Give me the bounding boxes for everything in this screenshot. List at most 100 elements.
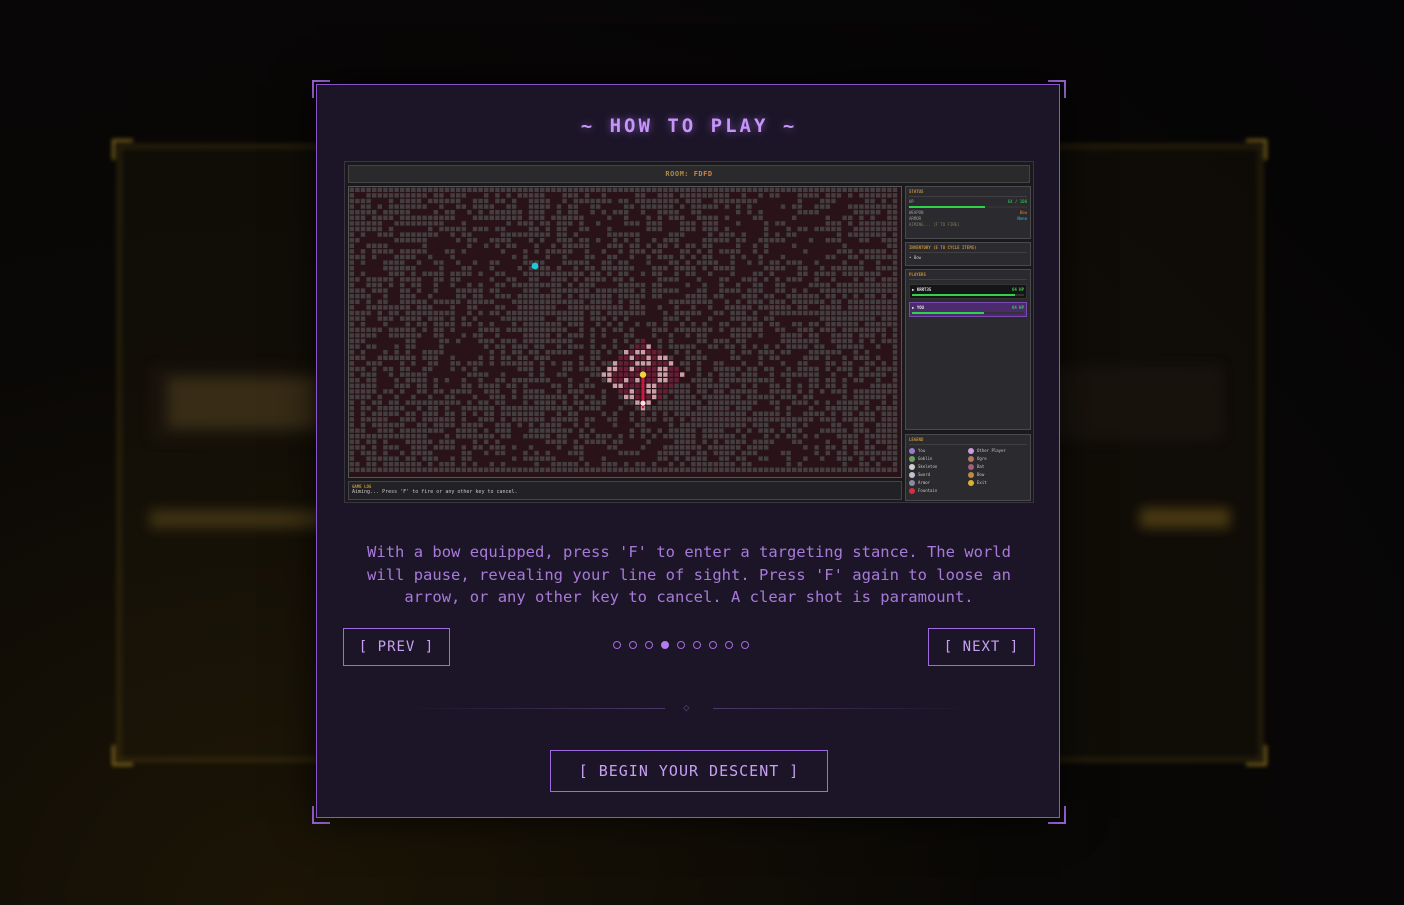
wall-tile [562,467,567,472]
wall-tile [724,344,730,349]
wall-tile [562,406,567,411]
wall-tile [775,238,780,243]
page-dot[interactable] [709,641,717,649]
wall-tile [657,266,662,271]
wall-tile [696,445,702,450]
wall-tile [495,198,500,204]
wall-tile [730,316,735,321]
lit-tile [624,378,629,383]
wall-tile [887,389,892,394]
wall-tile [590,344,595,349]
wall-tile [467,361,472,366]
wall-tile [551,406,556,411]
wall-tile [411,467,416,472]
wall-tile [836,428,842,433]
wall-tile [792,400,797,405]
wall-tile [814,333,819,338]
divider-line [713,708,973,709]
page-dot[interactable] [741,641,749,649]
wall-tile [360,422,366,428]
wall-tile [540,456,545,461]
page-dot[interactable] [613,641,621,649]
wall-tile [646,428,651,433]
wall-tile [618,394,623,400]
wall-tile [848,366,853,372]
wall-tile [388,193,394,198]
wall-tile [685,389,690,394]
page-dot[interactable] [693,641,701,649]
next-button[interactable]: [ NEXT ] [928,628,1035,666]
wall-tile [495,428,500,433]
page-dot[interactable] [725,641,733,649]
wall-tile [752,271,758,276]
wall-tile [383,422,388,428]
prev-button[interactable]: [ PREV ] [343,628,450,666]
wall-tile [775,400,780,405]
wall-tile [596,467,601,472]
wall-tile [573,288,578,293]
wall-tile [360,400,366,405]
wall-tile [612,417,618,422]
tutorial-description: With a bow equipped, press 'F' to enter … [367,543,1011,606]
wall-tile [478,434,483,439]
wall-tile [758,288,763,293]
page-dot[interactable] [645,641,653,649]
wall-tile [422,238,427,243]
wall-tile [568,249,573,254]
wall-tile [400,366,405,372]
wall-tile [349,439,354,444]
wall-tile [372,249,377,254]
wall-tile [383,305,388,310]
wall-tile [730,422,735,428]
wall-tile [764,238,769,243]
wall-tile [881,277,886,282]
wall-tile [708,299,713,304]
wall-tile [696,338,702,344]
wall-tile [422,355,427,360]
wall-tile [556,232,562,237]
wall-tile [411,254,416,260]
wall-tile [461,467,466,472]
wall-tile [495,260,500,265]
page-dot[interactable] [677,641,685,649]
wall-tile [584,383,590,388]
wall-tile [792,422,797,428]
page-dot[interactable] [629,641,637,649]
wall-tile [377,316,382,321]
wall-tile [853,406,858,411]
wall-tile [568,282,573,288]
wall-tile [523,361,528,366]
hp-bar [909,206,1027,208]
wall-tile [467,310,472,316]
wall-tile [551,271,556,276]
wall-tile [612,422,618,428]
wall-tile [618,439,623,444]
wall-tile [400,288,405,293]
wall-tile [652,417,657,422]
wall-tile [439,277,444,282]
wall-tile [797,322,802,327]
legend-item: Skeleton [909,464,968,470]
wall-tile [758,467,763,472]
wall-tile [388,456,394,461]
wall-tile [612,232,618,237]
wall-tile [512,243,517,248]
wall-tile [372,333,377,338]
wall-tile [456,434,461,439]
wall-tile [764,305,769,310]
lit-tile [646,344,651,349]
wall-tile [612,238,618,243]
wall-tile [556,221,562,226]
wall-tile [562,187,567,192]
wall-tile [848,434,853,439]
page-dot[interactable] [661,641,669,649]
wall-tile [696,327,702,332]
wall-tile [472,288,478,293]
wall-tile [355,310,360,316]
wall-tile [624,238,629,243]
wall-tile [545,294,550,299]
wall-tile [400,428,405,433]
begin-descent-button[interactable]: [ BEGIN YOUR DESCENT ] [550,750,828,792]
wall-tile [825,439,830,444]
background-blur-shape [150,510,330,528]
